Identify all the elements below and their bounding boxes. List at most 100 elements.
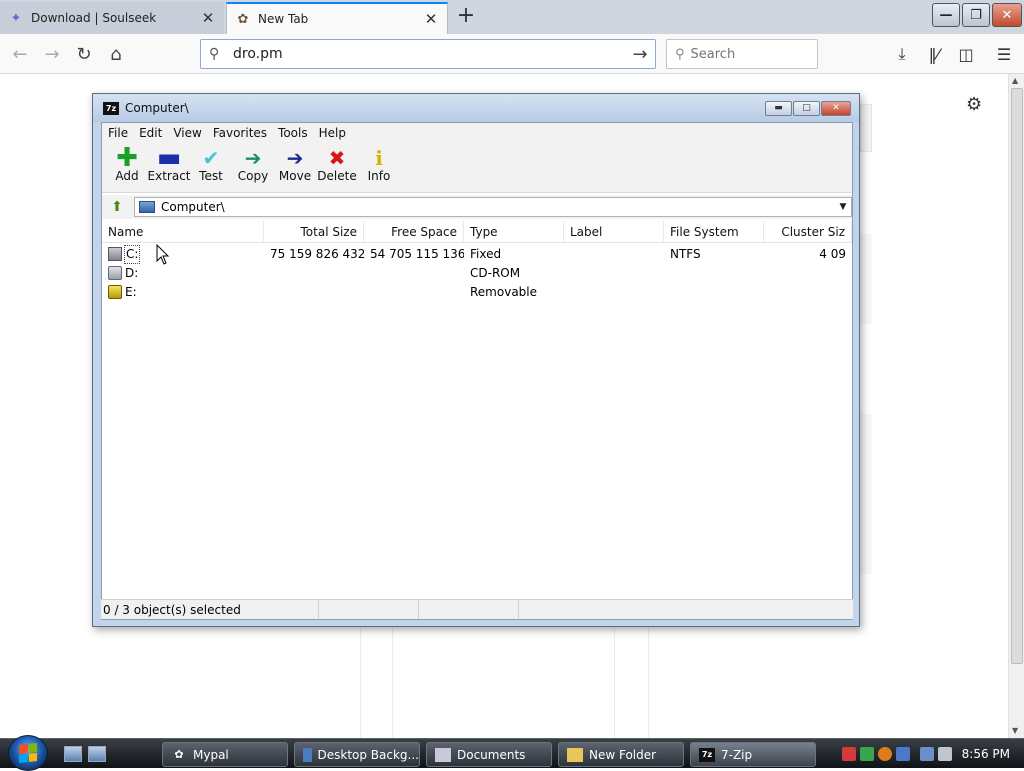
menu-view[interactable]: View (173, 126, 201, 140)
column-file-system[interactable]: File System (664, 221, 764, 243)
taskbar-item-mypal[interactable]: ✿ Mypal (162, 742, 288, 767)
minimize-button[interactable]: ▬ (765, 101, 792, 116)
up-folder-icon[interactable]: ⬆ (106, 197, 128, 217)
test-button[interactable]: ✔ Test (190, 143, 232, 191)
settings-gear-icon[interactable]: ⚙ (966, 94, 982, 115)
column-total-size[interactable]: Total Size (264, 221, 364, 243)
close-button[interactable]: ✕ (821, 101, 851, 116)
toolbar: ✚ Add ▬ Extract ✔ Test ➔ Copy ➔ Move ✖ D… (102, 143, 852, 193)
url-input[interactable] (229, 46, 625, 62)
column-name[interactable]: Name (102, 221, 264, 243)
restore-button[interactable]: ❐ (962, 3, 990, 27)
column-type[interactable]: Type (464, 221, 564, 243)
7zip-logo-icon: 7z (103, 101, 119, 115)
7zip-title-bar[interactable]: 7z Computer\ ▬ □ ✕ (93, 94, 859, 122)
extract-button[interactable]: ▬ Extract (148, 143, 191, 191)
volume-icon[interactable] (937, 747, 952, 761)
show-desktop-icon[interactable] (64, 746, 82, 762)
7zip-window: 7z Computer\ ▬ □ ✕ File Edit View Favori… (92, 93, 860, 627)
button-label: Test (199, 169, 223, 183)
7zip-client-area: File Edit View Favorites Tools Help ✚ Ad… (101, 122, 853, 620)
taskbar-item-documents[interactable]: Documents (426, 742, 552, 767)
menu-tools[interactable]: Tools (278, 126, 308, 140)
clock[interactable]: 8:56 PM (962, 747, 1010, 761)
tab-new-tab[interactable]: ✿ New Tab ✕ (226, 2, 448, 34)
downloads-icon[interactable]: ⤓ (888, 40, 916, 68)
sidebar-icon[interactable]: ◫ (952, 40, 980, 68)
network-icon[interactable] (919, 747, 934, 761)
taskbar-item-desktop-background[interactable]: Desktop Backg... (294, 742, 420, 767)
forward-arrow-icon[interactable]: → (38, 40, 66, 68)
scroll-up-icon[interactable]: ▲ (1012, 76, 1018, 85)
hard-drive-icon (108, 247, 122, 261)
start-button[interactable] (8, 735, 48, 771)
copy-button[interactable]: ➔ Copy (232, 143, 274, 191)
cluster-size-cell (764, 283, 852, 302)
app-tray-icon[interactable] (877, 747, 892, 761)
close-tab-icon[interactable]: ✕ (200, 9, 216, 27)
column-label[interactable]: Label (564, 221, 664, 243)
home-icon[interactable]: ⌂ (102, 40, 130, 68)
cd-drive-icon (108, 266, 122, 280)
page-scrollbar[interactable]: ▲ ▼ (1008, 74, 1024, 738)
menu-edit[interactable]: Edit (139, 126, 162, 140)
security-alert-icon[interactable] (841, 747, 856, 761)
tab-label: Download | Soulseek (31, 11, 157, 25)
newtab-icon: ✿ (237, 11, 249, 27)
button-label: Delete (317, 169, 357, 183)
window-controls: — ❐ ✕ (932, 3, 1022, 27)
menu-icon[interactable]: ☰ (990, 40, 1018, 68)
new-tab-button[interactable]: + (452, 4, 480, 30)
back-arrow-icon[interactable]: ← (6, 40, 34, 68)
list-item[interactable]: D: CD-ROM (102, 264, 852, 283)
file-system-cell: NTFS (670, 247, 701, 261)
add-button[interactable]: ✚ Add (106, 143, 148, 191)
maximize-button[interactable]: □ (793, 101, 820, 116)
go-arrow-icon[interactable]: → (625, 44, 655, 65)
taskbar-item-new-folder[interactable]: New Folder (558, 742, 684, 767)
search-input[interactable] (684, 46, 795, 62)
minimize-button[interactable]: — (932, 3, 960, 27)
menu-favorites[interactable]: Favorites (213, 126, 267, 140)
column-cluster-size[interactable]: Cluster Siz (764, 221, 852, 243)
update-icon[interactable] (859, 747, 874, 761)
address-combo[interactable]: Computer\ ▼ (134, 197, 852, 217)
tray-app-icon[interactable] (895, 747, 910, 761)
minus-icon: ▬ (156, 143, 182, 173)
drive-name: C: (124, 245, 141, 264)
column-free-space[interactable]: Free Space (364, 221, 464, 243)
url-bar[interactable]: ⚲ → (200, 39, 656, 69)
taskbar-item-7zip[interactable]: 7z 7-Zip (690, 742, 816, 767)
scroll-down-icon[interactable]: ▼ (1012, 726, 1018, 735)
list-item[interactable]: C: 75 159 826 432 54 705 115 136 Fixed N… (102, 245, 852, 264)
list-item[interactable]: E: Removable (102, 283, 852, 302)
close-tab-icon[interactable]: ✕ (423, 10, 439, 28)
move-button[interactable]: ➔ Move (274, 143, 316, 191)
list-header: Name Total Size Free Space Type Label Fi… (102, 221, 852, 243)
close-window-button[interactable]: ✕ (992, 3, 1022, 27)
reload-icon[interactable]: ↻ (70, 40, 98, 68)
tab-label: New Tab (258, 12, 309, 26)
switch-windows-icon[interactable] (88, 746, 106, 762)
menu-file[interactable]: File (108, 126, 128, 140)
search-bar[interactable]: ⚲ (666, 39, 818, 69)
7zip-window-controls: ▬ □ ✕ (765, 101, 851, 116)
soulseek-bird-icon: ✦ (10, 10, 22, 26)
button-label: Info (367, 169, 391, 183)
dropdown-arrow-icon[interactable]: ▼ (835, 202, 851, 212)
status-bar: 0 / 3 object(s) selected (101, 599, 853, 619)
arrow-right-icon: ➔ (244, 146, 262, 170)
address-text: Computer\ (161, 200, 225, 214)
status-text: 0 / 3 object(s) selected (101, 600, 319, 619)
window-title: Computer\ (125, 101, 189, 115)
removable-drive-icon (108, 285, 122, 299)
delete-button[interactable]: ✖ Delete (316, 143, 358, 191)
mypal-icon: ✿ (174, 747, 184, 761)
library-icon[interactable]: ‖⁄ (920, 40, 948, 68)
scrollbar-thumb[interactable] (1011, 88, 1023, 664)
browser-tab-bar: ✦ Download | Soulseek ✕ ✿ New Tab ✕ + — … (0, 0, 1024, 34)
tab-soulseek[interactable]: ✦ Download | Soulseek ✕ (0, 2, 224, 34)
menu-help[interactable]: Help (319, 126, 346, 140)
free-space-cell (364, 264, 464, 283)
info-button[interactable]: i Info (358, 143, 400, 191)
